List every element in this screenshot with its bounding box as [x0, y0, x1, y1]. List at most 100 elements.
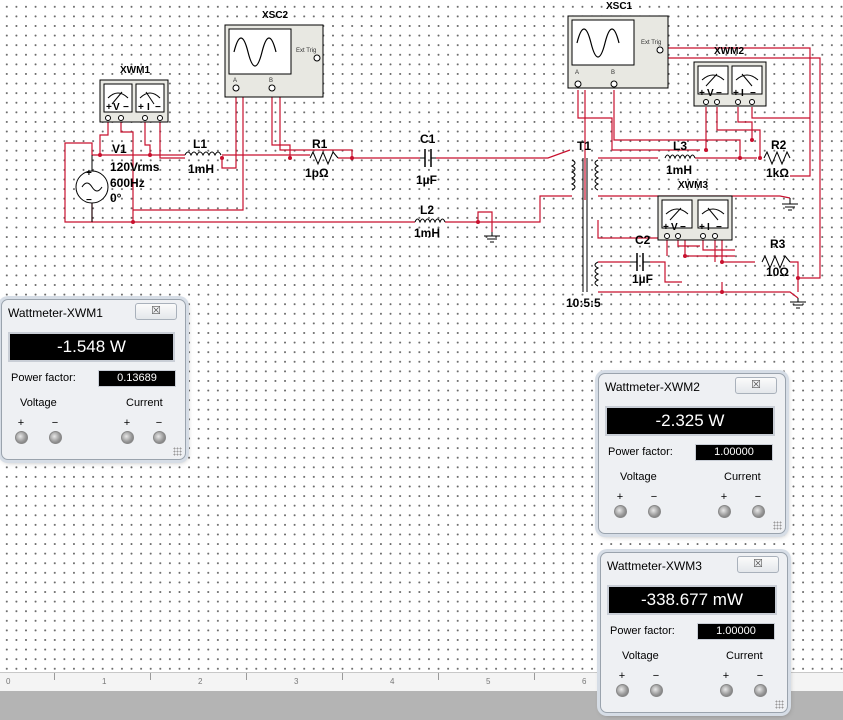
- wattmeter-xwm3-window[interactable]: Wattmeter-XWM3 ☒ -338.677 mW Power facto…: [600, 552, 788, 713]
- r3-value: 10Ω: [766, 265, 789, 279]
- svg-text:−: −: [750, 88, 756, 99]
- t1-name: T1: [577, 139, 591, 153]
- svg-text:−: −: [123, 102, 129, 113]
- l3-inductor[interactable]: [664, 154, 696, 160]
- svg-text:+: +: [699, 88, 705, 99]
- current-plus-label: +: [123, 417, 131, 429]
- power-factor-value: 0.13689: [98, 370, 176, 387]
- voltage-plus-terminal[interactable]: [616, 684, 629, 697]
- power-display: -2.325 W: [605, 406, 775, 436]
- svg-text:V: V: [671, 222, 678, 233]
- xsc2-label: XSC2: [262, 10, 289, 21]
- xwm2-instrument[interactable]: + V − + I −: [693, 61, 767, 107]
- power-factor-label: Power factor:: [608, 446, 673, 458]
- wattmeter-xwm1-window[interactable]: Wattmeter-XWM1 ☒ -1.548 W Power factor: …: [1, 299, 186, 460]
- v1-frequency: 600Hz: [110, 176, 145, 190]
- svg-text:I: I: [707, 222, 710, 233]
- xwm1-instrument[interactable]: + V − + I −: [99, 79, 169, 123]
- v1-name: V1: [112, 142, 127, 156]
- current-plus-terminal[interactable]: [718, 505, 731, 518]
- power-factor-value: 1.00000: [695, 444, 773, 461]
- xwm3-instrument[interactable]: + V − + I −: [657, 195, 733, 241]
- r2-name: R2: [771, 138, 787, 152]
- voltage-plus-terminal[interactable]: [614, 505, 627, 518]
- svg-text:B: B: [611, 70, 615, 76]
- l1-value: 1mH: [188, 162, 214, 176]
- c1-name: C1: [420, 132, 436, 146]
- window-titlebar[interactable]: Wattmeter-XWM1 ☒: [2, 300, 185, 322]
- svg-text:I: I: [741, 88, 744, 99]
- xwm3-label: XWM3: [678, 180, 708, 191]
- voltage-minus-label: −: [650, 491, 658, 503]
- ruler-label: 2: [198, 677, 203, 686]
- r1-value: 1pΩ: [305, 166, 329, 180]
- xsc1-oscilloscope[interactable]: A B Ext Trig: [567, 15, 669, 89]
- power-display: -1.548 W: [8, 332, 175, 362]
- current-minus-label: −: [756, 670, 764, 682]
- v1-phase: 0°: [110, 191, 122, 205]
- svg-text:I: I: [147, 102, 150, 113]
- svg-text:+: +: [138, 102, 144, 113]
- window-title: Wattmeter-XWM2: [605, 380, 700, 394]
- c1-capacitor[interactable]: [420, 149, 436, 167]
- svg-text:B: B: [269, 78, 273, 84]
- l1-name: L1: [193, 137, 207, 151]
- voltage-label: Voltage: [622, 650, 659, 662]
- power-factor-value: 1.00000: [697, 623, 775, 640]
- svg-text:−: −: [716, 222, 722, 233]
- close-button[interactable]: ☒: [735, 377, 777, 394]
- voltage-plus-terminal[interactable]: [15, 431, 28, 444]
- xsc2-oscilloscope[interactable]: A B Ext Trig: [224, 24, 324, 98]
- r1-resistor[interactable]: [309, 150, 339, 166]
- ruler-label: 3: [294, 677, 299, 686]
- current-minus-terminal[interactable]: [752, 505, 765, 518]
- r2-resistor[interactable]: [763, 150, 791, 166]
- voltage-minus-terminal[interactable]: [49, 431, 62, 444]
- c2-capacitor[interactable]: [630, 253, 650, 271]
- voltage-minus-terminal[interactable]: [648, 505, 661, 518]
- current-minus-terminal[interactable]: [153, 431, 166, 444]
- voltage-plus-label: +: [17, 417, 25, 429]
- svg-text:V: V: [113, 102, 120, 113]
- window-titlebar[interactable]: Wattmeter-XWM2 ☒: [599, 374, 785, 396]
- xsc1-label: XSC1: [606, 1, 633, 12]
- xwm2-label: XWM2: [714, 46, 744, 57]
- c1-value: 1µF: [416, 173, 437, 187]
- window-titlebar[interactable]: Wattmeter-XWM3 ☒: [601, 553, 787, 575]
- voltage-minus-label: −: [652, 670, 660, 682]
- svg-text:−: −: [86, 195, 92, 206]
- current-plus-terminal[interactable]: [720, 684, 733, 697]
- current-label: Current: [724, 471, 761, 483]
- v1-voltage: 120Vrms: [110, 160, 160, 174]
- current-plus-label: +: [722, 670, 730, 682]
- close-button[interactable]: ☒: [135, 303, 177, 320]
- r2-value: 1kΩ: [766, 166, 789, 180]
- voltage-label: Voltage: [620, 471, 657, 483]
- svg-text:+: +: [699, 222, 705, 233]
- l2-value: 1mH: [414, 226, 440, 240]
- resize-grip-icon[interactable]: [775, 700, 784, 709]
- xwm1-label: XWM1: [120, 65, 150, 76]
- current-plus-terminal[interactable]: [121, 431, 134, 444]
- close-button[interactable]: ☒: [737, 556, 779, 573]
- ruler-label: 6: [582, 677, 587, 686]
- current-plus-label: +: [720, 491, 728, 503]
- l2-inductor[interactable]: [414, 218, 446, 224]
- svg-text:Ext Trig: Ext Trig: [296, 48, 316, 54]
- svg-text:Ext Trig: Ext Trig: [641, 40, 661, 46]
- l1-inductor[interactable]: [184, 151, 222, 157]
- current-minus-terminal[interactable]: [754, 684, 767, 697]
- current-minus-label: −: [155, 417, 163, 429]
- svg-text:−: −: [155, 102, 161, 113]
- wattmeter-xwm2-window[interactable]: Wattmeter-XWM2 ☒ -2.325 W Power factor: …: [598, 373, 786, 534]
- current-label: Current: [726, 650, 763, 662]
- l3-value: 1mH: [666, 163, 692, 177]
- resize-grip-icon[interactable]: [773, 521, 782, 530]
- window-title: Wattmeter-XWM3: [607, 559, 702, 573]
- power-display: -338.677 mW: [607, 585, 777, 615]
- svg-text:V: V: [707, 88, 714, 99]
- v1-source[interactable]: + −: [75, 155, 109, 222]
- voltage-minus-terminal[interactable]: [650, 684, 663, 697]
- resize-grip-icon[interactable]: [173, 447, 182, 456]
- ruler-label: 0: [6, 677, 11, 686]
